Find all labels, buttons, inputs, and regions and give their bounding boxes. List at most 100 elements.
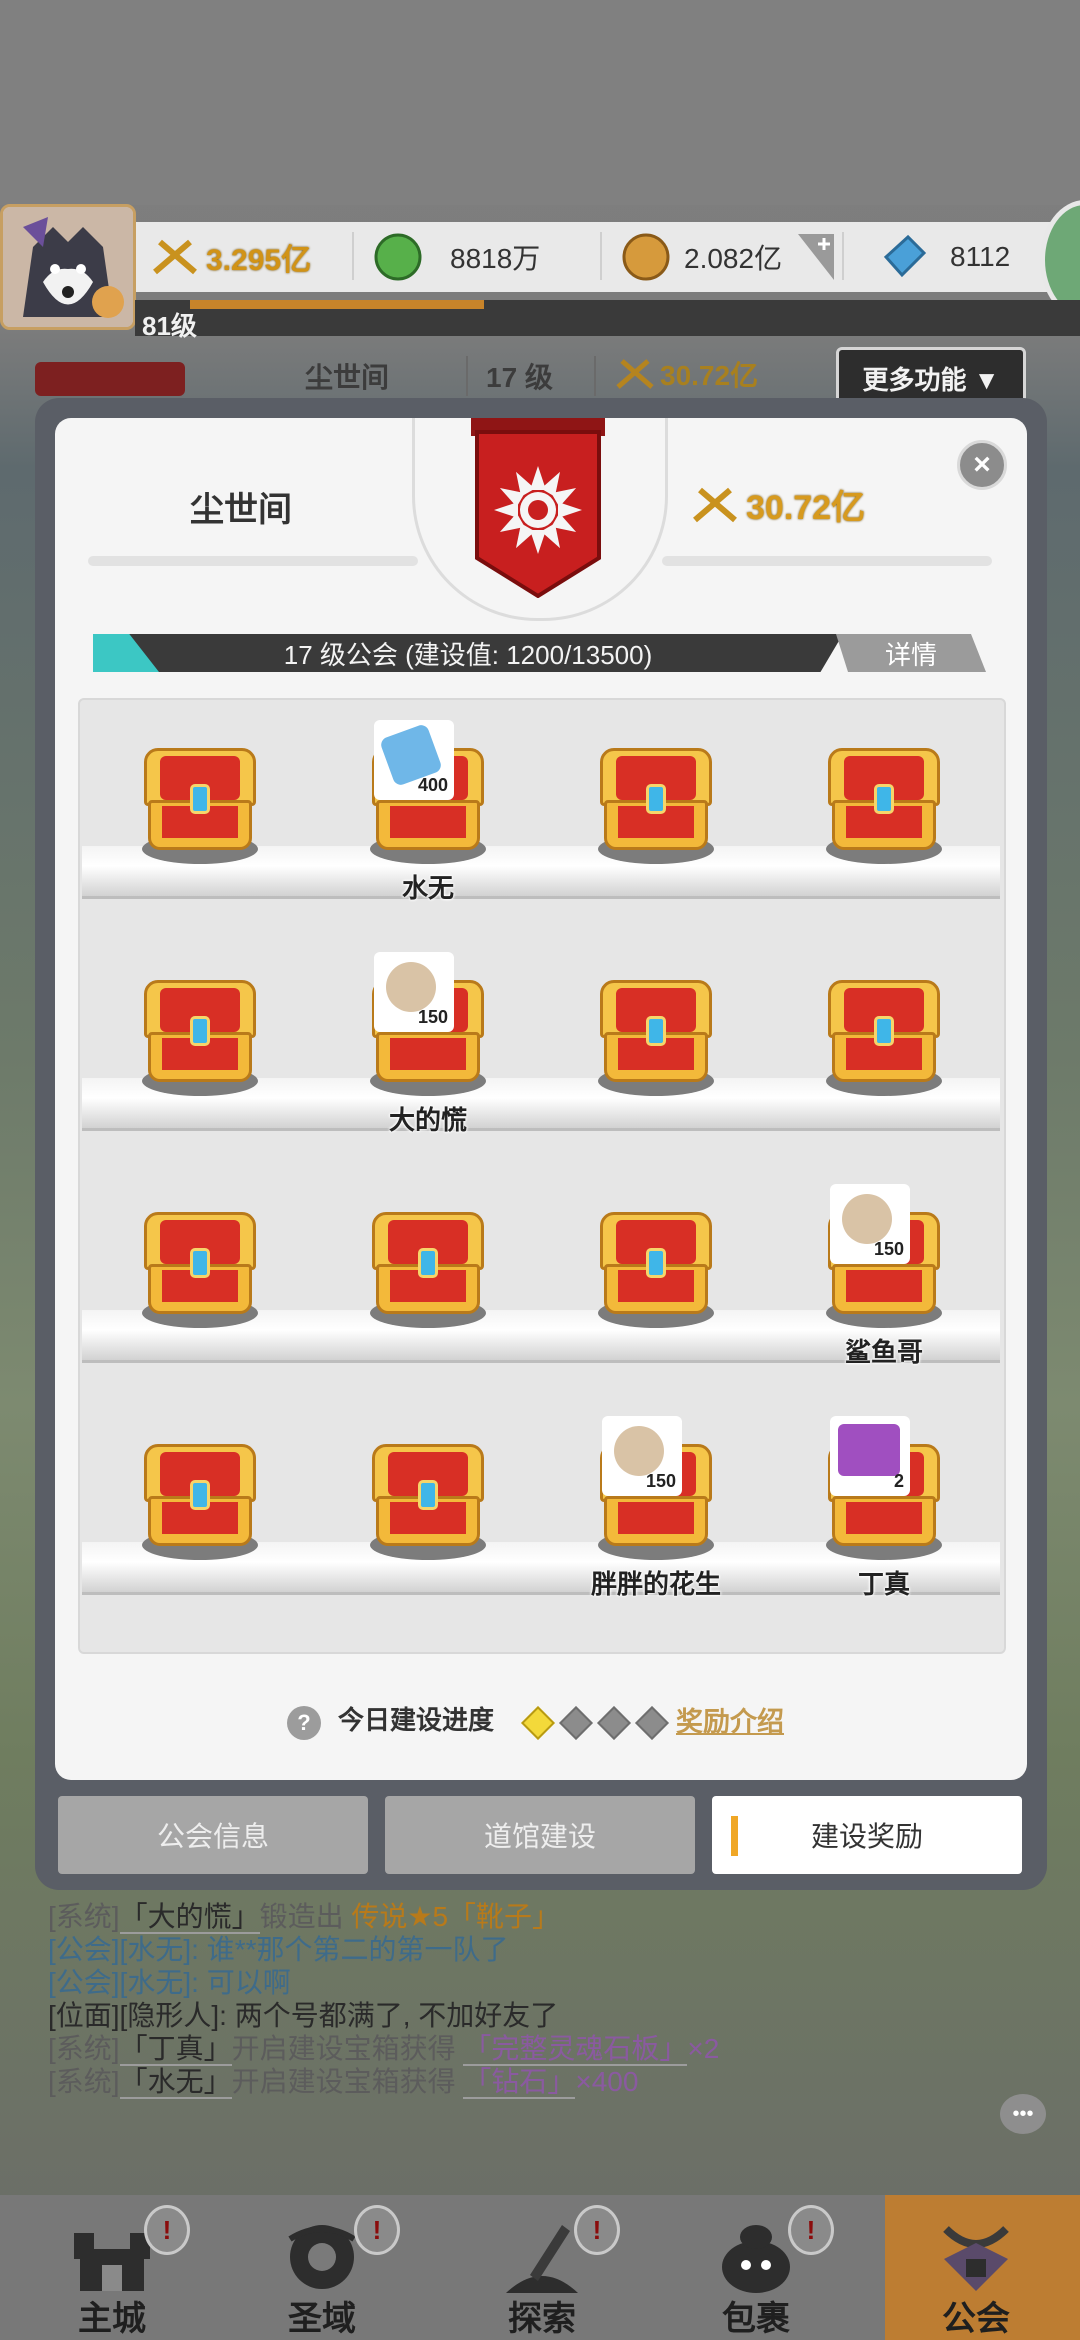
coin-icon [386, 962, 436, 1012]
progress-diamond-filled-icon [521, 1706, 555, 1740]
item-quantity: 2 [893, 1471, 904, 1491]
nav-item-explore[interactable]: ! 探索 [442, 2195, 642, 2340]
sword-stone-icon [506, 2225, 578, 2293]
chest-body-inner [846, 1270, 922, 1302]
header-guild-name: 尘世间 [305, 362, 390, 393]
alert-badge: ! [354, 2205, 400, 2255]
coin-icon [614, 1426, 664, 1476]
closed-chest[interactable] [822, 980, 946, 1096]
jade-stat[interactable]: 8818万 [372, 222, 540, 292]
reward-item[interactable]: 400 [374, 720, 454, 800]
nav-label: 公会 [942, 2300, 1010, 2338]
chat-text[interactable]: 「水无」 [119, 2066, 232, 2099]
chest-lock-icon [874, 784, 894, 814]
divider [842, 232, 844, 280]
tab-building-rewards[interactable]: 建设奖励 [712, 1796, 1022, 1874]
closed-chest[interactable] [594, 1212, 718, 1328]
chest-lock-icon [190, 784, 210, 814]
help-icon[interactable]: ? [287, 1706, 321, 1740]
close-button[interactable]: × [957, 440, 1007, 490]
divider [600, 232, 602, 280]
guild-flag-banner [35, 362, 185, 396]
chat-text[interactable]: 「完整灵魂石板」 [463, 2033, 688, 2066]
closed-chest[interactable] [366, 1444, 490, 1560]
chest-body-inner [390, 806, 466, 838]
chest-body-inner [390, 1038, 466, 1070]
gold-value: 2.082亿 [684, 243, 783, 274]
closed-chest[interactable] [138, 748, 262, 864]
details-button[interactable]: 详情 [836, 634, 986, 672]
item-quantity: 400 [417, 775, 448, 795]
name-underline [88, 556, 418, 566]
chat-line: [系统]「水无」开启建设宝箱获得 「钻石」×400 [48, 2065, 1048, 2099]
level-progress-fill [190, 300, 484, 309]
tab-dojo-building[interactable]: 道馆建设 [385, 1796, 695, 1874]
chest-body-inner [846, 1502, 922, 1534]
closed-chest[interactable] [138, 980, 262, 1096]
closed-chest[interactable] [822, 748, 946, 864]
jade-icon [374, 233, 422, 281]
closed-chest[interactable] [594, 748, 718, 864]
gold-coin-icon [622, 233, 670, 281]
header-power-value: 30.72亿 [660, 360, 759, 391]
player-avatar[interactable] [0, 204, 136, 330]
nav-item-guild[interactable]: 公会 [876, 2195, 1076, 2340]
reward-item[interactable]: 2 [830, 1416, 910, 1496]
vortex-icon [288, 2225, 356, 2289]
diamond-stat[interactable]: 8112 [878, 222, 1010, 292]
chat-log[interactable]: [系统]「大的慌」锻造出 传说★5「靴子」 [公会][水无]: 谁**那个第二的第… [48, 1900, 1048, 2099]
chat-line: [系统]「大的慌」锻造出 传说★5「靴子」 [48, 1900, 1048, 1934]
closed-chest[interactable] [594, 980, 718, 1096]
chest-lock-icon [190, 1248, 210, 1278]
closed-chest[interactable] [366, 1212, 490, 1328]
chest-lock-icon [646, 1016, 666, 1046]
chest-owner-name: 鲨鱼哥 [844, 1337, 924, 1367]
reward-intro-link[interactable]: 奖励介绍 [676, 1700, 784, 1739]
chat-text: [公会][水无]: [48, 1967, 207, 1998]
reward-item[interactable]: 150 [602, 1416, 682, 1496]
gold-stat[interactable]: 2.082亿 [620, 222, 836, 292]
castle-icon [74, 2233, 150, 2291]
add-icon[interactable] [796, 232, 836, 282]
reward-item[interactable]: 150 [830, 1184, 910, 1264]
nav-item-sanctuary[interactable]: ! 圣域 [222, 2195, 422, 2340]
reward-item[interactable]: 150 [374, 952, 454, 1032]
alert-badge: ! [144, 2205, 190, 2255]
diamond-icon [883, 234, 927, 278]
alert-badge: ! [574, 2205, 620, 2255]
progress-diamond-empty-icon [597, 1706, 631, 1740]
nav-item-bag[interactable]: ! 包裹 [656, 2195, 856, 2340]
power-stat: 3.295亿 [150, 222, 311, 292]
player-level: 81级 [142, 311, 197, 341]
power-value: 3.295亿 [206, 244, 312, 277]
chat-text[interactable]: 「大的慌」 [119, 1901, 260, 1934]
closed-chest[interactable] [138, 1444, 262, 1560]
closed-chest[interactable] [138, 1212, 262, 1328]
chat-text[interactable]: 「钻石」 [463, 2066, 576, 2099]
today-progress-diamonds [521, 1706, 669, 1740]
guild-emblem-icon [471, 418, 605, 598]
crossed-swords-icon [153, 239, 197, 275]
chat-open-icon[interactable]: ••• [1000, 2094, 1046, 2134]
husky-avatar-icon [3, 207, 133, 327]
chest-owner-name: 丁真 [857, 1569, 911, 1599]
tab-guild-info[interactable]: 公会信息 [58, 1796, 368, 1874]
chat-text[interactable]: 「丁真」 [119, 2033, 232, 2066]
chat-text: 开启建设宝箱获得 [231, 2066, 464, 2097]
item-quantity: 150 [645, 1471, 676, 1491]
active-tab-marker [731, 1816, 738, 1856]
chat-line: [位面][隐形人]: 两个号都满了, 不加好友了 [48, 1999, 1048, 2032]
alert-badge: ! [788, 2205, 834, 2255]
divider [466, 356, 468, 396]
guild-level-progress-text: 17 级公会 (建设值: 1200/13500) [283, 639, 653, 670]
nav-item-main-city[interactable]: ! 主城 [12, 2195, 212, 2340]
status-area [0, 0, 1080, 205]
chest-owner-name: 大的慌 [388, 1105, 468, 1135]
header-guild-level: 17 级 [486, 362, 553, 393]
bag-icon [722, 2225, 790, 2293]
chest-owner-name: 胖胖的花生 [590, 1569, 722, 1599]
guild-name: 尘世间 [190, 491, 292, 529]
chat-text: 开启建设宝箱获得 [231, 2033, 464, 2064]
chat-text: 传说★5「靴子」 [351, 1901, 561, 1932]
nav-label: 圣域 [288, 2300, 356, 2338]
